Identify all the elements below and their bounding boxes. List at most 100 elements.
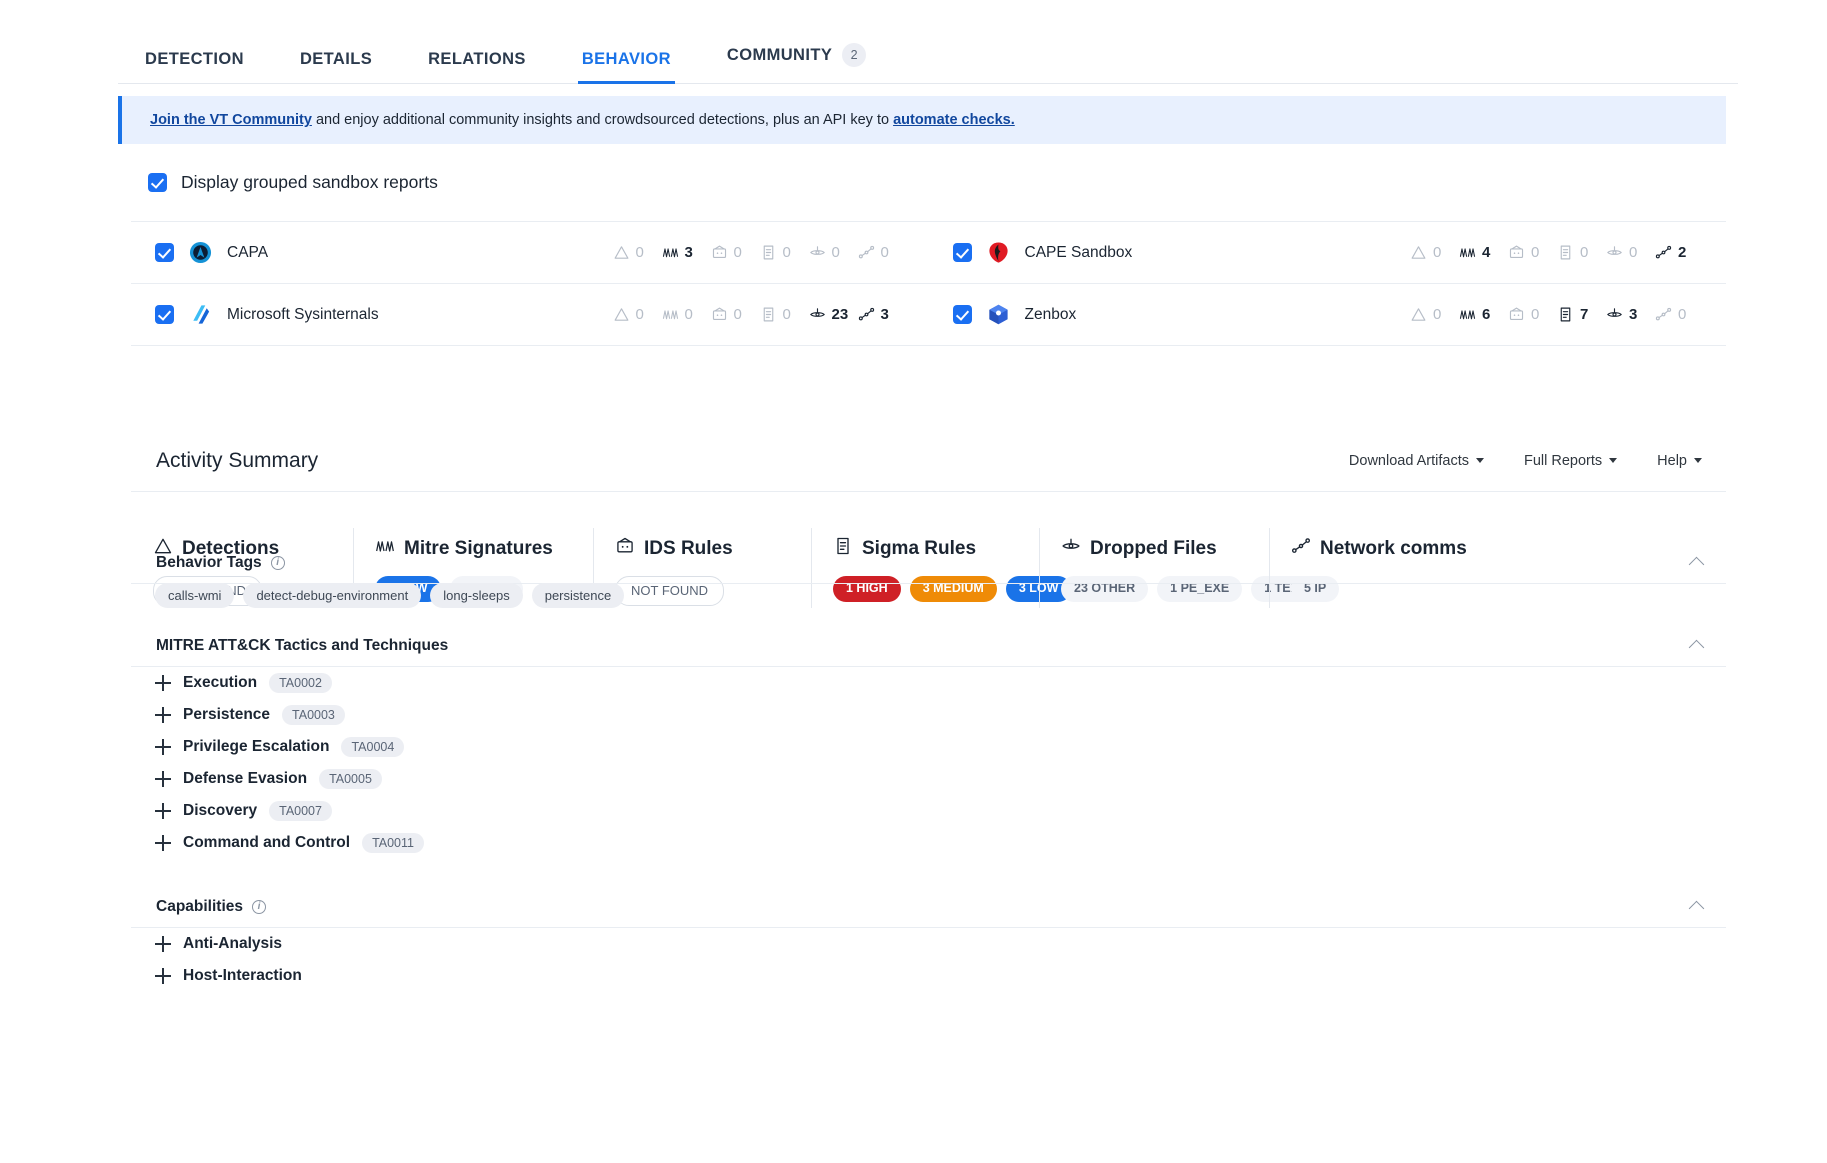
download-artifacts-menu[interactable]: Download Artifacts: [1349, 453, 1484, 469]
automate-checks-link[interactable]: automate checks.: [893, 112, 1015, 128]
mitre-tactic-id: TA0002: [269, 673, 332, 693]
full-reports-label: Full Reports: [1524, 452, 1603, 469]
sandbox-checkbox[interactable]: [155, 305, 174, 324]
plus-icon[interactable]: [155, 835, 171, 851]
sandbox-stat-count: 0: [831, 244, 840, 261]
chevron-up-icon[interactable]: [1688, 900, 1705, 917]
sandbox-name: Microsoft Sysinternals: [227, 305, 379, 323]
sandbox-stat-count: 2: [1678, 244, 1687, 261]
tab-community[interactable]: COMMUNITY 2: [726, 43, 867, 83]
sandbox-stat-count: 0: [782, 306, 791, 323]
sandbox-name: Zenbox: [1024, 305, 1077, 323]
info-icon[interactable]: i: [270, 555, 285, 570]
full-reports-menu[interactable]: Full Reports: [1524, 452, 1618, 469]
sandbox-stat-count: 0: [733, 244, 742, 261]
sandbox-checkbox[interactable]: [952, 305, 972, 324]
tab-behavior[interactable]: BEHAVIOR: [577, 49, 675, 84]
plus-icon[interactable]: [155, 675, 171, 691]
plus-icon[interactable]: [155, 968, 171, 984]
display-grouped-label: Display grouped sandbox reports: [181, 172, 438, 192]
capability-row[interactable]: Anti-Analysis: [155, 928, 1555, 960]
sandbox-stat-count: 4: [1482, 244, 1491, 261]
mitre-tactic-name: Defense Evasion: [183, 770, 308, 787]
mitre-tactic-row[interactable]: Discovery TA0007: [155, 795, 1555, 827]
mitre-tactic-row[interactable]: Execution TA0002: [155, 667, 1555, 699]
tab-label: COMMUNITY: [726, 45, 833, 64]
help-menu[interactable]: Help: [1657, 453, 1702, 469]
sandbox-stat-ids: 0: [711, 244, 760, 261]
sandbox-stat-count: 0: [1629, 244, 1638, 261]
sandbox-stat-detections: 0: [613, 306, 662, 323]
sandbox-stat-count: 0: [880, 244, 889, 261]
sandbox-stat-dropped-files: 0: [1606, 244, 1655, 261]
sandbox-stat-sigma: 7: [1557, 306, 1606, 323]
capabilities-title: Capabilities: [156, 897, 243, 915]
behavior-tag[interactable]: detect-debug-environment: [243, 583, 422, 608]
mitre-tactic-name: Discovery: [183, 802, 258, 819]
sandbox-checkbox[interactable]: [155, 243, 174, 262]
chevron-up-icon[interactable]: [1688, 556, 1705, 573]
mitre-tactic-row[interactable]: Persistence TA0003: [155, 699, 1555, 731]
sandbox-stat-count: 3: [684, 244, 693, 261]
sandbox-cell: Microsoft Sysinternals 0 0 0 0 23 3: [131, 284, 929, 345]
tab-relations[interactable]: RELATIONS: [428, 50, 526, 84]
plus-icon[interactable]: [155, 707, 171, 723]
plus-icon[interactable]: [155, 739, 171, 755]
sandbox-row: CAPA 0 3 0 0 0 0 CAPE Sandbox 0 4 0 0 0 2: [131, 222, 1726, 284]
plus-icon[interactable]: [155, 771, 171, 787]
capabilities-header: Capabilities i: [131, 886, 1726, 928]
sandbox-stat-detections: 0: [613, 244, 662, 261]
sandbox-stat-detections: 0: [1410, 306, 1459, 323]
sandbox-stats: 0 6 0 7 3 0: [1410, 306, 1704, 323]
mitre-tactic-id: TA0003: [282, 705, 345, 725]
sandbox-stat-ids: 0: [1508, 306, 1557, 323]
join-vt-community-link[interactable]: Join the VT Community: [150, 112, 312, 128]
behavior-tag[interactable]: long-sleeps: [430, 583, 523, 608]
mitre-tactic-row[interactable]: Command and Control TA0011: [155, 827, 1555, 859]
chevron-up-icon[interactable]: [1688, 639, 1705, 656]
display-grouped-sandbox-reports-row[interactable]: Display grouped sandbox reports: [148, 172, 438, 193]
sandbox-stat-mitre: 0: [662, 306, 711, 323]
chevron-down-icon: [1609, 458, 1618, 463]
behavior-tag[interactable]: calls-wmi: [155, 583, 235, 608]
sandbox-checkbox[interactable]: [952, 243, 972, 262]
tab-details[interactable]: DETAILS: [299, 49, 373, 84]
mitre-tactic-row[interactable]: Privilege Escalation TA0004: [155, 731, 1555, 763]
mitre-tactic-name: Privilege Escalation: [183, 738, 330, 755]
plus-icon[interactable]: [155, 803, 171, 819]
chevron-down-icon: [1476, 458, 1484, 463]
sandbox-cell: Zenbox 0 6 0 7 3 0: [929, 284, 1727, 345]
behavior-tags-list: calls-wmi detect-debug-environment long-sl…: [155, 583, 625, 608]
tab-label: DETECTION: [145, 49, 244, 68]
tab-detection[interactable]: DETECTION: [145, 49, 244, 84]
sandbox-stat-network-comms: 0: [858, 244, 907, 261]
sandbox-stat-count: 0: [684, 306, 693, 323]
capability-name: Host-Interaction: [183, 967, 302, 984]
mitre-tactic-row[interactable]: Defense Evasion TA0005: [155, 763, 1555, 795]
sandbox-name: CAPA: [227, 243, 269, 261]
tab-badge: 2: [842, 43, 867, 67]
mitre-tactic-id: TA0007: [269, 801, 332, 821]
sandbox-stats: 0 3 0 0 0 0: [613, 244, 907, 261]
capability-row[interactable]: Host-Interaction: [155, 960, 1555, 992]
behavior-tags-header: Behavior Tags i: [131, 542, 1726, 584]
plus-icon[interactable]: [155, 936, 171, 952]
sandbox-stat-count: 0: [1580, 244, 1589, 261]
info-icon[interactable]: i: [252, 899, 266, 914]
display-grouped-checkbox[interactable]: [148, 173, 167, 192]
sandbox-stat-count: 7: [1580, 306, 1589, 323]
tab-label: BEHAVIOR: [581, 49, 671, 68]
behavior-tag[interactable]: persistence: [531, 583, 625, 608]
sandbox-stat-mitre: 6: [1459, 306, 1508, 323]
sandbox-list: CAPA 0 3 0 0 0 0 CAPE Sandbox 0 4 0 0 0 2 Microsoft Sy…: [131, 221, 1726, 346]
sandbox-stat-dropped-files: 23: [809, 306, 858, 323]
sandbox-stats: 0 0 0 0 23 3: [613, 306, 907, 323]
sandbox-name-group: CAPE Sandbox: [952, 241, 1411, 264]
sandbox-stat-mitre: 3: [662, 244, 711, 261]
sandbox-stat-count: 23: [831, 306, 849, 323]
tab-label: DETAILS: [299, 49, 373, 68]
sandbox-row: Microsoft Sysinternals 0 0 0 0 23 3 Zenbox 0 6 0 7 3…: [131, 284, 1726, 346]
behavior-page: DETECTION DETAILS RELATIONS BEHAVIOR COMMUNI…: [0, 0, 1827, 1163]
mitre-attack-title: MITRE ATT&CK Tactics and Techniques: [156, 636, 449, 654]
sandbox-stat-ids: 0: [711, 306, 760, 323]
